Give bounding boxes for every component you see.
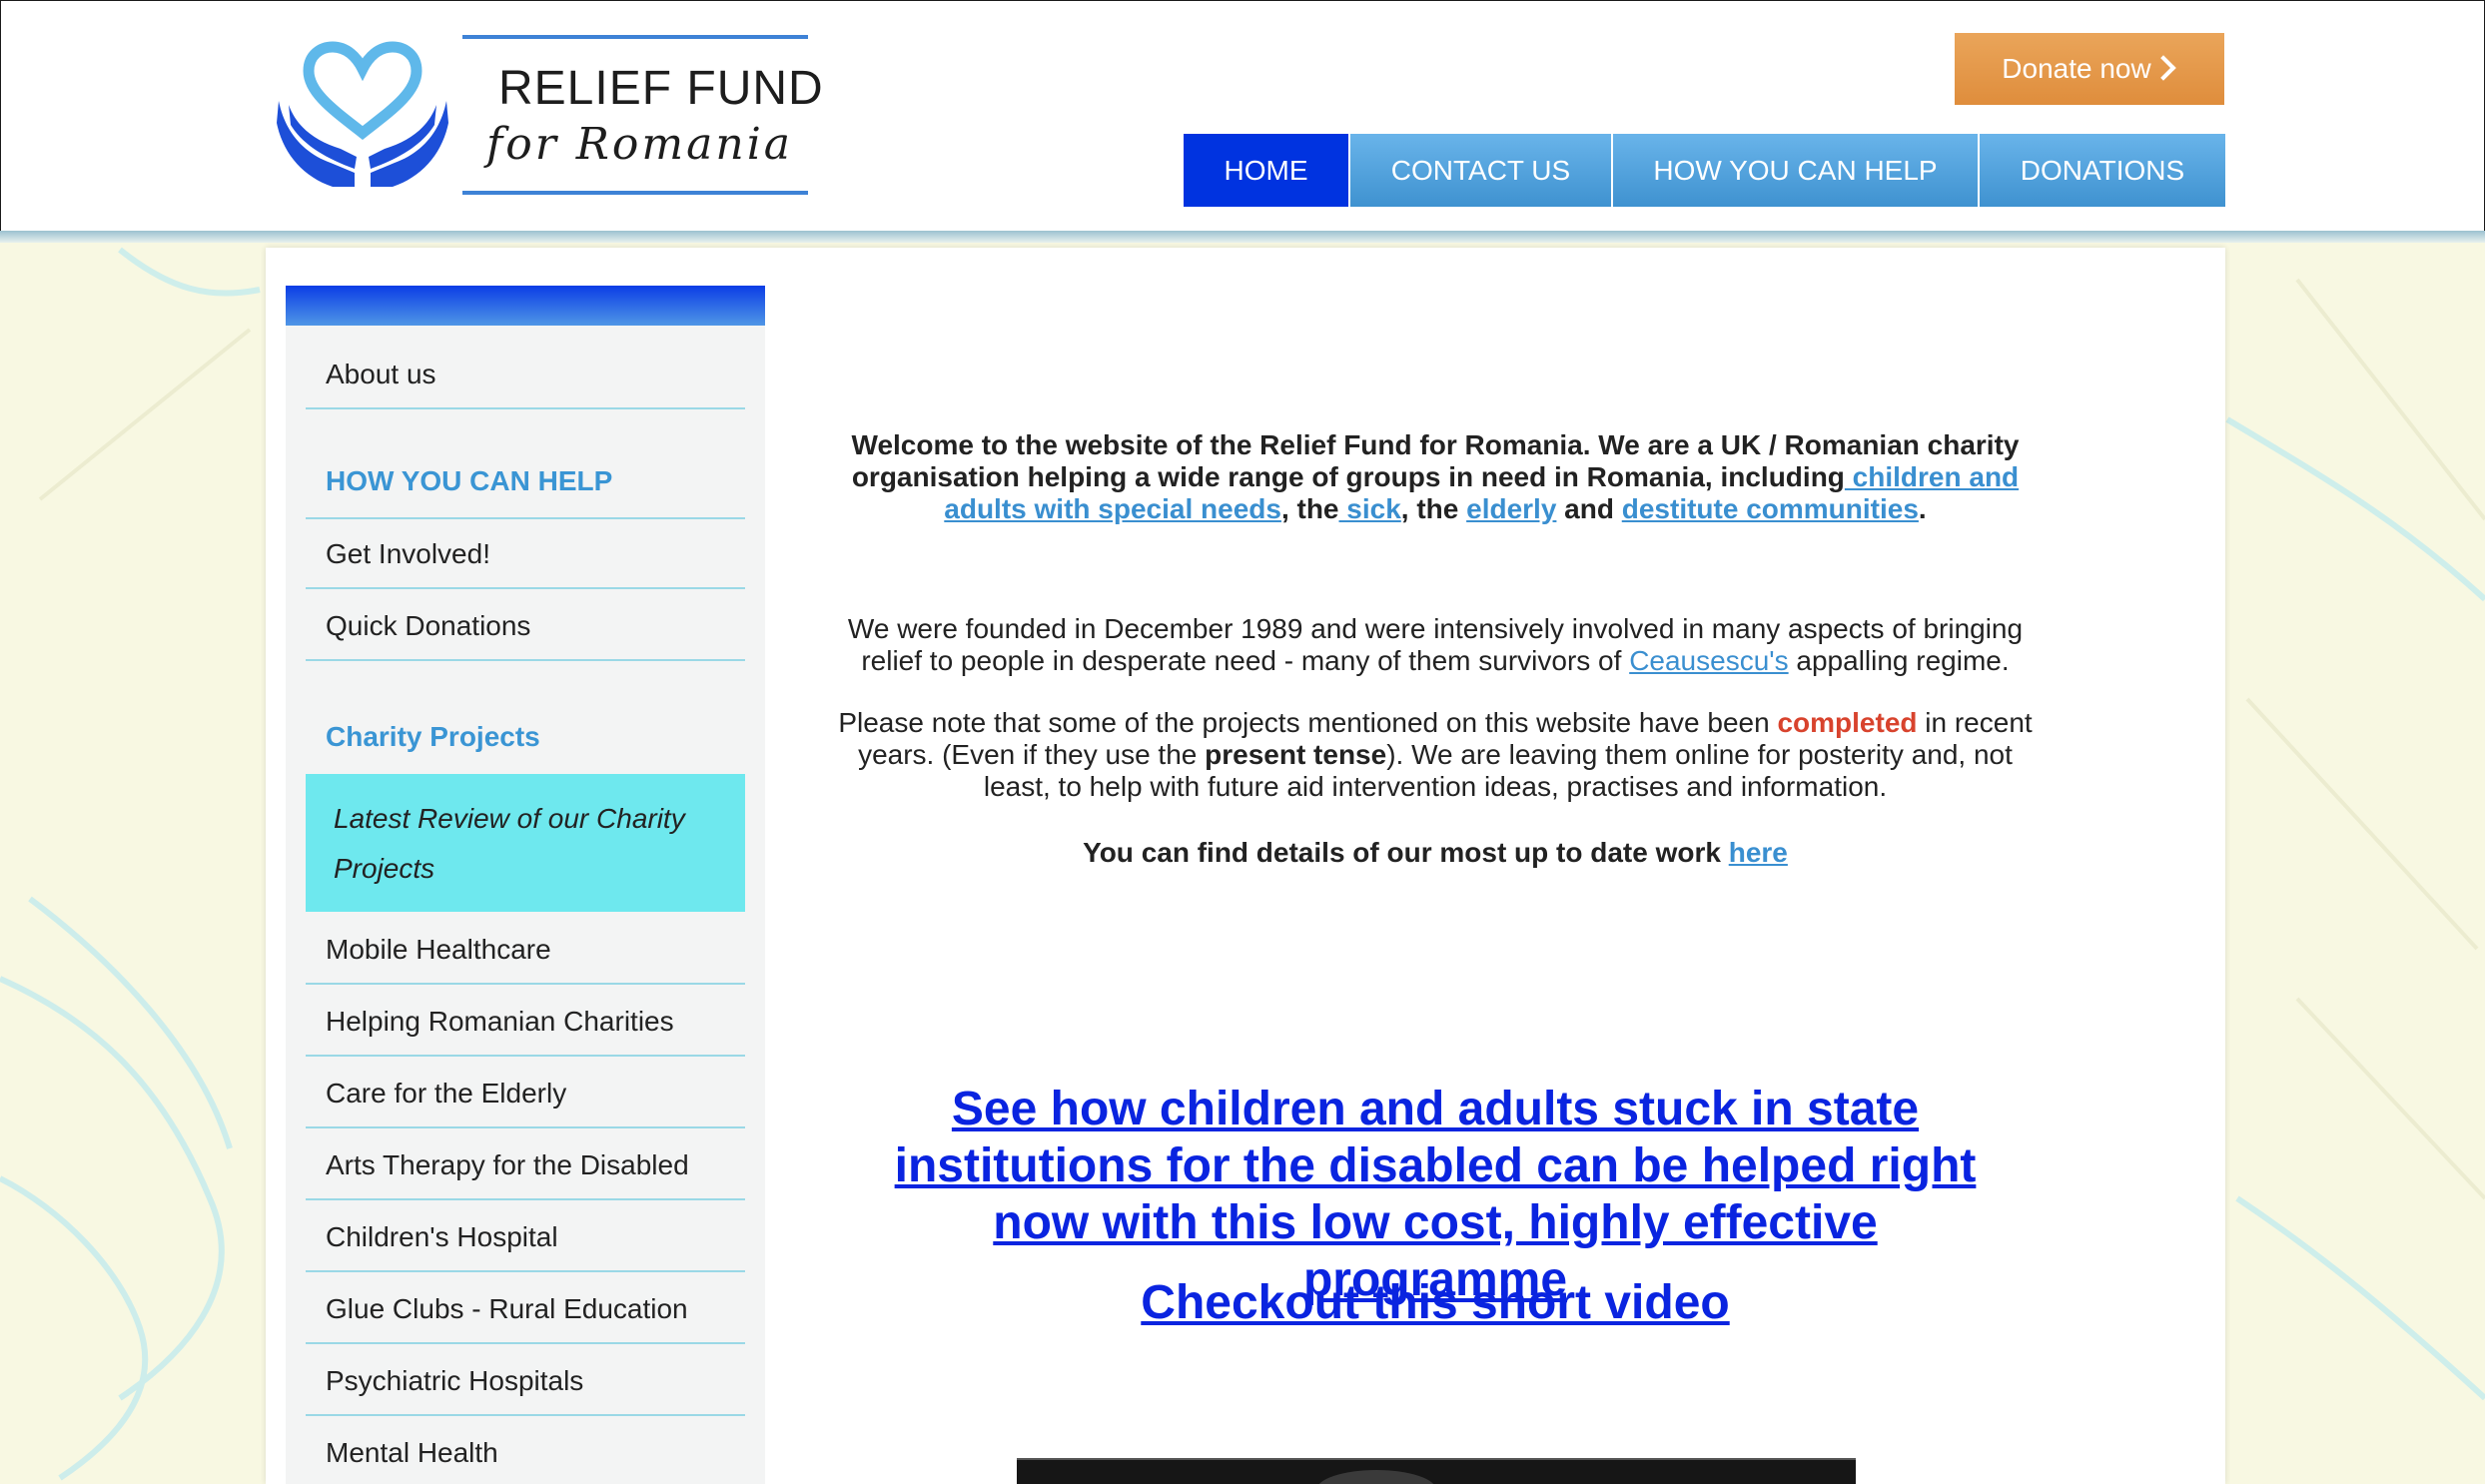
link-sick[interactable]: sick bbox=[1339, 493, 1401, 524]
nav-home[interactable]: HOME bbox=[1184, 134, 1350, 207]
sidebar-item-care-for-elderly[interactable]: Care for the Elderly bbox=[306, 1059, 745, 1128]
founded-paragraph: We were founded in December 1989 and wer… bbox=[829, 613, 2042, 677]
sidebar-item-arts-therapy[interactable]: Arts Therapy for the Disabled bbox=[306, 1130, 745, 1200]
sidebar-heading-charity-projects[interactable]: Charity Projects bbox=[326, 721, 540, 753]
nav-donations[interactable]: DONATIONS bbox=[1980, 134, 2225, 207]
sidebar-item-psychiatric-hospitals[interactable]: Psychiatric Hospitals bbox=[306, 1346, 745, 1416]
link-elderly[interactable]: elderly bbox=[1466, 493, 1556, 524]
details-paragraph: You can find details of our most up to d… bbox=[829, 837, 2042, 869]
video-thumbnail bbox=[1316, 1470, 1436, 1484]
founded-text: appalling regime. bbox=[1788, 645, 2010, 676]
site-header: RELIEF FUND for Romania Donate now HOME … bbox=[0, 0, 2485, 231]
chevron-right-icon bbox=[2150, 55, 2176, 81]
nav-how-you-can-help[interactable]: HOW YOU CAN HELP bbox=[1613, 134, 1980, 207]
logo-wordmark: RELIEF FUND for Romania bbox=[462, 35, 823, 195]
sidebar-heading-how-you-can-help[interactable]: HOW YOU CAN HELP bbox=[326, 465, 612, 497]
sidebar: About us HOW YOU CAN HELP Get Involved! … bbox=[286, 286, 765, 1484]
link-here[interactable]: here bbox=[1729, 837, 1788, 868]
sidebar-item-helping-romanian-charities[interactable]: Helping Romanian Charities bbox=[306, 987, 745, 1057]
sidebar-item-quick-donations[interactable]: Quick Donations bbox=[306, 591, 745, 661]
note-text: Please note that some of the projects me… bbox=[838, 707, 1778, 738]
video-player[interactable] bbox=[1017, 1458, 1856, 1484]
present-tense-emphasis: present tense bbox=[1205, 739, 1387, 770]
link-ceausescu[interactable]: Ceausescu's bbox=[1629, 645, 1788, 676]
main-nav: HOME CONTACT US HOW YOU CAN HELP DONATIO… bbox=[1184, 134, 2225, 207]
intro-text: , the bbox=[1280, 493, 1339, 524]
details-text: You can find details of our most up to d… bbox=[1083, 837, 1729, 868]
sidebar-item-childrens-hospital[interactable]: Children's Hospital bbox=[306, 1202, 745, 1272]
link-destitute-communities[interactable]: destitute communities bbox=[1622, 493, 1919, 524]
sidebar-item-about-us[interactable]: About us bbox=[306, 340, 745, 409]
sidebar-header-bar bbox=[286, 286, 765, 326]
intro-text: and bbox=[1556, 493, 1622, 524]
header-divider bbox=[0, 231, 2485, 243]
sidebar-item-get-involved[interactable]: Get Involved! bbox=[306, 519, 745, 589]
heart-in-hands-icon bbox=[277, 41, 448, 187]
sidebar-item-latest-review[interactable]: Latest Review of our Charity Projects bbox=[306, 774, 745, 912]
note-paragraph: Please note that some of the projects me… bbox=[829, 707, 2042, 803]
sidebar-item-mental-health[interactable]: Mental Health bbox=[306, 1418, 745, 1484]
intro-text: , the bbox=[1400, 493, 1467, 524]
completed-highlight: completed bbox=[1777, 707, 1918, 738]
intro-paragraph: Welcome to the website of the Relief Fun… bbox=[829, 429, 2042, 525]
donate-now-label: Donate now bbox=[2002, 53, 2151, 84]
site-logo[interactable]: RELIEF FUND for Romania bbox=[275, 35, 823, 195]
donate-now-button[interactable]: Donate now bbox=[1955, 33, 2224, 105]
video-link[interactable]: Checkout this short video bbox=[829, 1274, 2042, 1332]
sidebar-item-glue-clubs[interactable]: Glue Clubs - Rural Education bbox=[306, 1274, 745, 1344]
sidebar-item-mobile-healthcare[interactable]: Mobile Healthcare bbox=[306, 915, 745, 985]
nav-contact-us[interactable]: CONTACT US bbox=[1350, 134, 1613, 207]
logo-subtitle: for Romania bbox=[486, 119, 794, 170]
intro-text: . bbox=[1918, 493, 1927, 524]
logo-title: RELIEF FUND bbox=[498, 62, 824, 115]
